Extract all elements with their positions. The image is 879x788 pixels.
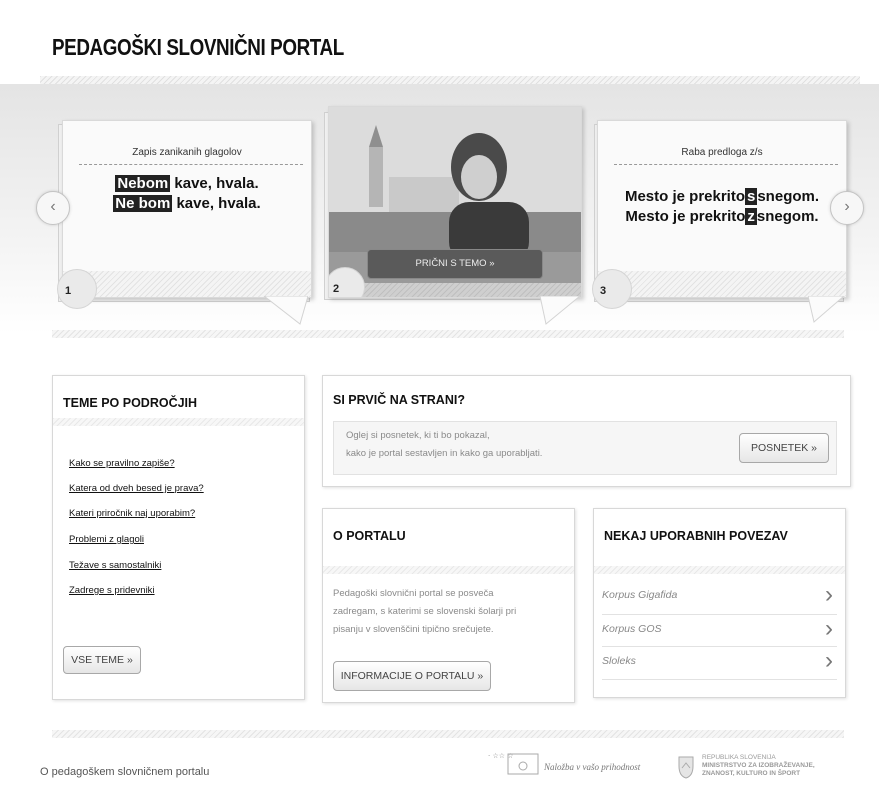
coat-of-arms-icon <box>678 756 694 779</box>
useful-link-row[interactable]: Sloleks › <box>602 647 837 677</box>
slide-2-footer-pattern <box>329 283 581 297</box>
topics-heading: TEME PO PODROČJIH <box>63 396 198 410</box>
slide-3-line2-pre: Mesto je prekrito <box>625 208 746 225</box>
slide-3-line1-pre: Mesto je prekrito <box>624 188 745 205</box>
slide-3-example: Mesto je prekrito s snegom. Mesto je prekr… <box>598 187 846 227</box>
slide-1-example: Nebom kave, hvala. Ne bom kave, hvala. <box>63 174 311 214</box>
carousel-prev-button[interactable]: ‹ <box>36 191 70 225</box>
ministry-text: REPUBLIKA SLOVENIJA MINISTRSTVO ZA IZOBR… <box>702 754 815 778</box>
eu-fund-text: Naložba v vašo prihodnost <box>544 762 641 772</box>
useful-link-label[interactable]: Sloleks <box>602 655 636 667</box>
footer-divider <box>52 730 844 738</box>
slide-1-title: Zapis zanikanih glagolov <box>132 147 242 158</box>
first-time-panel: SI PRVIČ NA STRANI? Oglej si posnetek, k… <box>322 375 851 487</box>
slide-3-line2-highlight: z <box>745 208 757 225</box>
useful-link-row[interactable]: Korpus Gigafida › <box>602 581 837 611</box>
slide-3-fold-icon <box>808 296 844 323</box>
footer-about-link[interactable]: O pedagoškem slovničnem portalu <box>40 766 209 778</box>
slide-1-line2-highlight: Ne bom <box>113 195 173 212</box>
slide-3-title: Raba predloga z/s <box>681 147 763 158</box>
slide-1-line1-rest: kave, hvala. <box>170 175 259 192</box>
chevron-right-icon: › <box>825 615 833 642</box>
eu-fund-logo: · ☆☆ ☆ Naložba v vašo prihodnost <box>488 748 658 778</box>
first-time-line1: Oglej si posnetek, ki ti bo pokazal, <box>346 430 490 441</box>
site-title[interactable]: PEDAGOŠKI SLOVNIČNI PORTAL <box>52 34 344 61</box>
topics-heading-divider <box>53 418 304 426</box>
chevron-right-icon: › <box>844 198 850 215</box>
slide-3-line1-rest: snegom. <box>757 188 820 205</box>
slide-3-card[interactable]: Raba predloga z/s Mesto je prekrito s sneg… <box>592 120 847 309</box>
ministry-line3: ZNANOST, KULTURO IN ŠPORT <box>702 770 801 777</box>
topics-panel: TEME PO PODROČJIH Kako se pravilno zapiš… <box>52 375 305 700</box>
slide-3-line2-rest: snegom. <box>756 208 819 225</box>
useful-links-heading-divider <box>594 566 845 574</box>
slide-2-fold-icon <box>540 296 580 325</box>
useful-link-label[interactable]: Korpus GOS <box>602 623 662 635</box>
start-topic-button[interactable]: PRIČNI S TEMO » <box>367 249 543 279</box>
useful-links-heading: NEKAJ UPORABNIH POVEZAV <box>604 529 788 543</box>
chevron-left-icon: ‹ <box>50 198 56 215</box>
ministry-line1: REPUBLIKA SLOVENIJA <box>702 754 776 761</box>
slide-1-line1-highlight: Nebom <box>115 175 171 192</box>
slide-1-footer-pattern <box>63 271 311 297</box>
first-time-heading: SI PRVIČ NA STRANI? <box>333 393 465 407</box>
topic-link[interactable]: Zadrege s pridevniki <box>69 585 155 596</box>
video-button[interactable]: POSNETEK » <box>739 433 829 463</box>
eu-flag-icon: · ☆☆ ☆ <box>488 752 539 775</box>
slide-1-line2-rest: kave, hvala. <box>172 195 261 212</box>
ministry-line2: MINISTRSTVO ZA IZOBRAŽEVANJE, <box>702 762 815 769</box>
about-heading-divider <box>323 566 574 574</box>
useful-link-divider <box>602 679 837 680</box>
useful-link-label[interactable]: Korpus Gigafida <box>602 589 677 601</box>
about-heading: O PORTALU <box>333 529 406 543</box>
about-line1: Pedagoški slovnični portal se posveča <box>333 588 494 599</box>
useful-links-panel: NEKAJ UPORABNIH POVEZAV Korpus Gigafida … <box>593 508 846 698</box>
slide-1-card[interactable]: Zapis zanikanih glagolov Nebom kave, hva… <box>57 120 312 309</box>
slide-2-photo[interactable]: PRIČNI S TEMO » 2 <box>328 106 582 298</box>
about-portal-button[interactable]: INFORMACIJE O PORTALU » <box>333 661 491 691</box>
chevron-right-icon: › <box>825 647 833 674</box>
carousel-bottom-divider <box>52 330 844 338</box>
slide-3-footer-pattern <box>598 271 846 297</box>
topic-link[interactable]: Kako se pravilno zapiše? <box>69 458 175 469</box>
first-time-box: Oglej si posnetek, ki ti bo pokazal, kak… <box>333 421 837 475</box>
slide-3-number: 3 <box>592 269 632 309</box>
topic-link[interactable]: Kateri priročnik naj uporabim? <box>69 508 195 519</box>
all-topics-button[interactable]: VSE TEME » <box>63 646 141 674</box>
topic-link[interactable]: Problemi z glagoli <box>69 534 144 545</box>
svg-text:· ☆☆ ☆: · ☆☆ ☆ <box>488 752 514 760</box>
slide-3-line1-highlight: s <box>745 188 758 205</box>
chevron-right-icon: › <box>825 581 833 608</box>
about-line3: pisanju v slovenščini tipično srečujete. <box>333 624 494 635</box>
slide-1-divider <box>79 164 303 165</box>
slide-1-fold-icon <box>264 296 308 325</box>
slide-3-divider <box>614 164 838 165</box>
first-time-line2: kako je portal sestavljen in kako ga upo… <box>346 448 543 459</box>
topic-link[interactable]: Katera od dveh besed je prava? <box>69 483 204 494</box>
carousel-next-button[interactable]: › <box>830 191 864 225</box>
useful-link-row[interactable]: Korpus GOS › <box>602 615 837 645</box>
ministry-logo: REPUBLIKA SLOVENIJA MINISTRSTVO ZA IZOBR… <box>676 754 856 788</box>
topic-link[interactable]: Težave s samostalniki <box>69 560 161 571</box>
about-panel: O PORTALU Pedagoški slovnični portal se … <box>322 508 575 703</box>
about-line2: zadregam, s katerimi se slovenski šolarj… <box>333 606 517 617</box>
slide-1-number: 1 <box>57 269 97 309</box>
